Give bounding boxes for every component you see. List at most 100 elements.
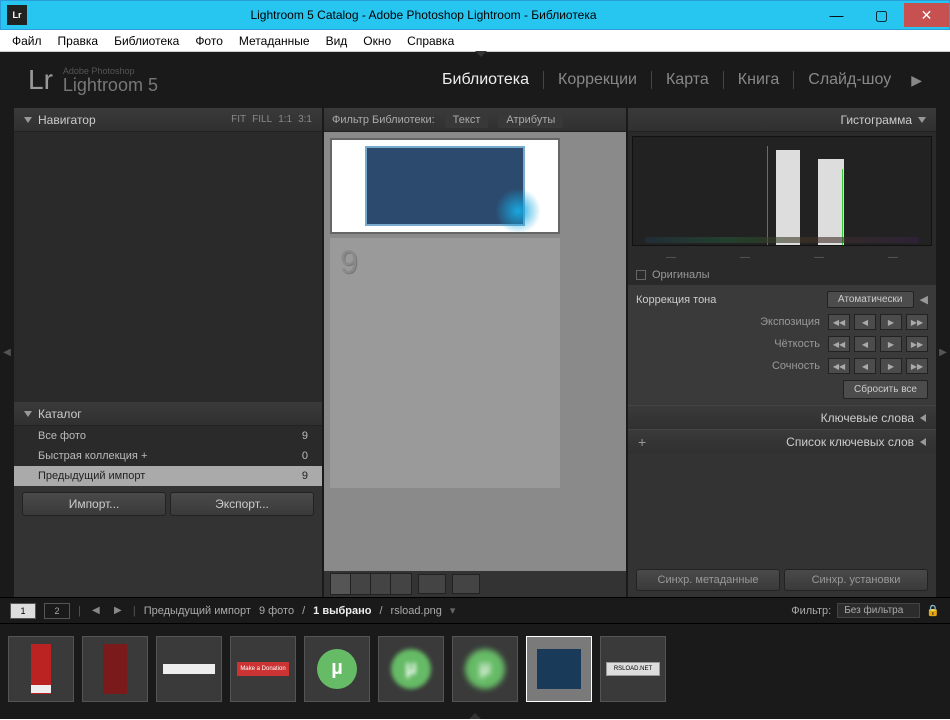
filter-preset-dropdown[interactable]: Без фильтра [837,603,920,618]
navigator-title: Навигатор [38,113,96,127]
module-slideshow[interactable]: Слайд-шоу [793,71,905,89]
app-body: Lr Adobe Photoshop Lightroom 5 Библиотек… [0,52,950,719]
menu-photo[interactable]: Фото [187,32,231,50]
step-large-up[interactable]: ▶▶ [906,314,928,330]
step-up[interactable]: ▶ [880,336,902,352]
clarity-row: Чёткость ◀◀ ◀ ▶ ▶▶ [636,336,928,352]
thumbnail-image [365,146,525,226]
menu-metadata[interactable]: Метаданные [231,32,318,50]
reset-all-button[interactable]: Сбросить все [843,380,928,399]
filmstrip-thumb[interactable] [8,636,74,702]
loupe-view-button[interactable] [351,574,371,594]
maximize-button[interactable]: ▢ [859,3,904,27]
step-up[interactable]: ▶ [880,314,902,330]
menu-file[interactable]: Файл [4,32,50,50]
import-button[interactable]: Импорт... [22,492,166,516]
go-forward-button[interactable]: ▶ [111,605,125,616]
left-panel-toggle[interactable]: ◀ [0,108,14,597]
module-book[interactable]: Книга [723,71,793,89]
nav-fill[interactable]: FILL [252,114,272,125]
menu-window[interactable]: Окно [355,32,399,50]
export-button[interactable]: Экспорт... [170,492,314,516]
sort-button[interactable] [452,574,480,594]
sync-metadata-button[interactable]: Синхр. метаданные [636,569,780,591]
catalog-header[interactable]: Каталог [14,402,322,426]
filmstrip-thumb[interactable]: Make a Donation [230,636,296,702]
right-panel-toggle[interactable]: ▶ [936,108,950,597]
navigator-preview[interactable] [14,132,322,402]
grid-item-empty[interactable] [330,238,560,488]
filmstrip-status-bar: 1 2 | ◀ ▶ | Предыдущий импорт 9 фото / 1… [0,597,950,623]
filter-lock-icon[interactable]: 🔒 [926,604,940,617]
module-map[interactable]: Карта [651,71,723,89]
catalog-item-all[interactable]: Все фото 9 [14,426,322,446]
grid-item[interactable] [330,138,560,234]
nav-fit[interactable]: FIT [231,114,246,125]
menu-view[interactable]: Вид [318,32,356,50]
module-more-icon[interactable]: ▶ [905,72,922,89]
originals-label: Оригиналы [652,269,710,281]
menu-help[interactable]: Справка [399,32,462,50]
add-keyword-icon[interactable]: + [638,434,646,450]
filmstrip-thumb[interactable] [156,636,222,702]
filename-label: rsload.png [391,605,442,617]
nav-3-1[interactable]: 3:1 [298,114,312,125]
filmstrip-thumb[interactable]: RSLOAD.NET [600,636,666,702]
quick-dev-collapse-icon[interactable]: ◀ [920,293,928,306]
source-label[interactable]: Предыдущий импорт [144,605,251,617]
step-large-up[interactable]: ▶▶ [906,358,928,374]
minimize-button[interactable]: — [814,3,859,27]
module-library[interactable]: Библиотека [428,71,543,89]
histogram-chart[interactable] [632,136,932,246]
filmstrip-toggle-icon[interactable] [0,713,950,719]
step-large-down[interactable]: ◀◀ [828,314,850,330]
filmstrip-thumb-selected[interactable] [526,636,592,702]
compare-view-button[interactable] [371,574,391,594]
close-button[interactable]: ✕ [904,3,949,27]
catalog-item-quick[interactable]: Быстрая коллекция + 0 [14,446,322,466]
menu-library[interactable]: Библиотека [106,32,187,50]
quick-develop-panel: Коррекция тона Атоматически ◀ Экспозиция… [628,285,936,405]
top-panel-toggle-icon[interactable] [475,51,487,57]
filmstrip-strip[interactable]: Make a Donation µ µ µ RSLOAD.NET [8,636,942,702]
step-large-down[interactable]: ◀◀ [828,358,850,374]
nav-1-1[interactable]: 1:1 [278,114,292,125]
module-develop[interactable]: Коррекции [543,71,651,89]
keywords-header[interactable]: Ключевые слова [628,405,936,429]
selected-count: 1 выбрано [313,605,371,617]
menu-edit[interactable]: Правка [50,32,107,50]
chevron-down-icon [24,411,32,417]
identity-main: Lightroom 5 [63,76,158,94]
navigator-header[interactable]: Навигатор FIT FILL 1:1 3:1 [14,108,322,132]
step-up[interactable]: ▶ [880,358,902,374]
filmstrip-thumb[interactable]: µ [304,636,370,702]
step-down[interactable]: ◀ [854,336,876,352]
step-down[interactable]: ◀ [854,358,876,374]
exposure-row: Экспозиция ◀◀ ◀ ▶ ▶▶ [636,314,928,330]
histogram-originals[interactable]: Оригиналы [628,265,936,285]
keyword-list-header[interactable]: + Список ключевых слов [628,429,936,453]
filmstrip-thumb[interactable] [82,636,148,702]
filmstrip-thumb[interactable]: µ [452,636,518,702]
identity-plate: Lr Adobe Photoshop Lightroom 5 [28,64,158,96]
checkbox-icon[interactable] [636,270,646,280]
painter-tool[interactable] [418,574,446,594]
step-large-up[interactable]: ▶▶ [906,336,928,352]
main-window-button[interactable]: 1 [10,603,36,619]
filmstrip-thumb[interactable]: µ [378,636,444,702]
sync-settings-button[interactable]: Синхр. установки [784,569,928,591]
grid-view[interactable] [324,132,626,571]
step-large-down[interactable]: ◀◀ [828,336,850,352]
histogram-title: Гистограмма [841,113,912,127]
histogram-header[interactable]: Гистограмма [628,108,936,132]
catalog-item-previous[interactable]: Предыдущий импорт 9 [14,466,322,486]
filter-attributes[interactable]: Атрибуты [498,112,563,128]
auto-tone-button[interactable]: Атоматически [827,291,914,308]
go-back-button[interactable]: ◀ [89,605,103,616]
grid-view-button[interactable] [331,574,351,594]
step-down[interactable]: ◀ [854,314,876,330]
second-window-button[interactable]: 2 [44,603,70,619]
catalog-item-label: Все фото [38,430,86,442]
survey-view-button[interactable] [391,574,411,594]
filter-text[interactable]: Текст [445,112,489,128]
